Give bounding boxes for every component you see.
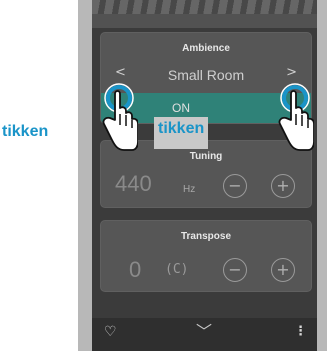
tap-label-left: tikken <box>2 123 49 140</box>
tuning-minus-button[interactable]: − <box>223 174 247 198</box>
tap-label-right: tikken <box>154 117 209 149</box>
transpose-key: (C) <box>165 262 189 277</box>
tuning-value: 440 <box>115 171 152 196</box>
ambience-title: Ambience <box>182 43 230 54</box>
ambience-value: Small Room <box>167 67 245 83</box>
transpose-value: 0 <box>129 257 142 282</box>
app-screen: Ambience < Small Room > ON Tuning 440 Hz… <box>92 0 317 351</box>
transpose-minus-button[interactable]: − <box>223 258 247 282</box>
more-menu-icon[interactable]: ⋮ <box>294 324 307 339</box>
bottom-bar: ♡ ﹀ ⋮ <box>92 318 317 351</box>
ambience-prev-button[interactable]: < <box>115 65 126 80</box>
transpose-plus-button[interactable]: + <box>271 258 295 282</box>
heart-icon[interactable]: ♡ <box>104 324 117 340</box>
chevron-down-icon[interactable]: ﹀ <box>196 318 212 342</box>
tuning-unit: Hz <box>183 184 196 195</box>
transpose-card: Transpose 0 (C) − + <box>100 220 312 292</box>
tap-hand-left-icon <box>102 83 138 151</box>
tap-hand-right-icon <box>278 83 314 151</box>
ambience-next-button[interactable]: > <box>286 65 297 80</box>
transpose-title: Transpose <box>180 231 232 242</box>
tuning-plus-button[interactable]: + <box>271 174 295 198</box>
piano-image <box>92 0 317 28</box>
